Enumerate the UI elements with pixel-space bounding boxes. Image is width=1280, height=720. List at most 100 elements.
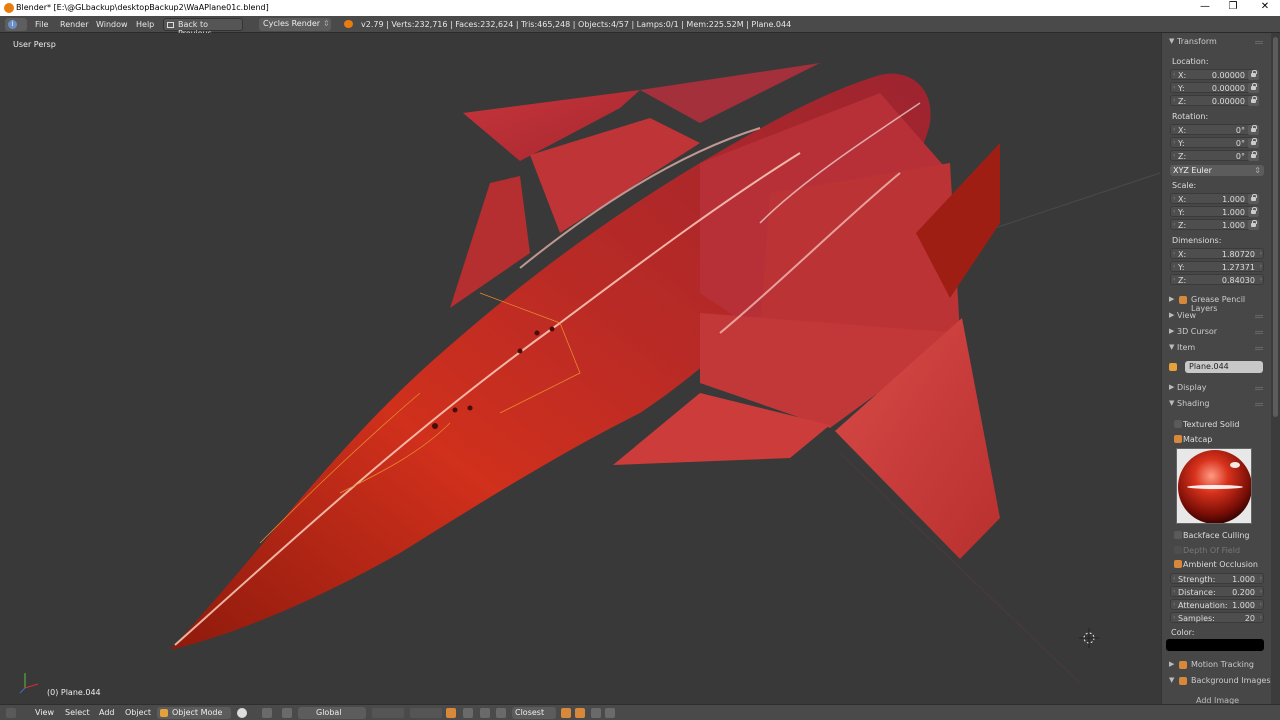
location-y-field[interactable]: ‹Y:0.00000›: [1170, 82, 1254, 93]
textured-solid-label: Textured Solid: [1183, 420, 1240, 429]
panel-motion-tracking[interactable]: ▶ Motion Tracking: [1162, 658, 1271, 672]
menu-file[interactable]: File: [35, 20, 48, 29]
magnet-icon[interactable]: [496, 708, 506, 718]
menu-render[interactable]: Render: [60, 20, 88, 29]
3d-viewport[interactable]: User Persp (0) Plane.044: [0, 33, 1161, 704]
lock-icon[interactable]: [1248, 96, 1259, 106]
ao-attenuation-field[interactable]: ‹ Attenuation: 1.000 ›: [1170, 599, 1264, 610]
scrollbar-thumb[interactable]: [1273, 37, 1278, 417]
minimize-button[interactable]: —: [1190, 1, 1220, 15]
lock-icon[interactable]: [1248, 207, 1259, 217]
render-icon[interactable]: [561, 708, 571, 718]
scale-z-field[interactable]: ‹Z:1.000›: [1170, 219, 1254, 230]
3d-cursor-icon[interactable]: [1079, 628, 1099, 648]
lock-icon[interactable]: [1248, 151, 1259, 161]
scale-x-field[interactable]: ‹X:1.000›: [1170, 193, 1254, 204]
panel-transform[interactable]: ▼ Transform: [1162, 35, 1271, 49]
location-x-field[interactable]: ‹X:0.00000›: [1170, 69, 1254, 80]
maximize-button[interactable]: ❐: [1218, 1, 1248, 15]
shelf-scrollbar[interactable]: [1271, 33, 1280, 704]
matcap-preview[interactable]: [1176, 448, 1252, 524]
object-name-field[interactable]: Plane.044: [1185, 361, 1263, 373]
panel-item[interactable]: ▼ Item: [1162, 341, 1271, 355]
dimensions-z-field[interactable]: ‹ Z: 0.84030 ›: [1170, 274, 1264, 285]
window-titlebar: Blender* [E:\@GLbackup\desktopBackup2\Wa…: [0, 0, 1280, 16]
menu-view[interactable]: View: [35, 708, 54, 717]
editor-type-button[interactable]: i: [5, 18, 27, 31]
panel-background-images[interactable]: ▼ Background Images: [1162, 674, 1271, 688]
gl-render-icon[interactable]: [605, 708, 615, 718]
drag-handle-icon[interactable]: [1255, 41, 1263, 44]
dropdown-arrow-icon: ⇕: [323, 19, 330, 28]
add-image-button[interactable]: Add Image: [1196, 696, 1239, 704]
menu-add[interactable]: Add: [99, 708, 115, 717]
matcap-checkbox[interactable]: [1174, 435, 1182, 443]
backface-culling-checkbox[interactable]: [1174, 531, 1182, 539]
lock-icon[interactable]: [1248, 194, 1259, 204]
panel-display[interactable]: ▶ Display: [1162, 381, 1271, 395]
rotation-y-field[interactable]: ‹Y:0°›: [1170, 137, 1254, 148]
expanded-arrow-icon: ▼: [1169, 343, 1175, 351]
menu-window[interactable]: Window: [96, 20, 128, 29]
editor-type-icon[interactable]: [6, 708, 16, 718]
render-animation-icon[interactable]: [575, 708, 585, 718]
layers-icon[interactable]: [410, 708, 442, 718]
grease-pencil-checkbox[interactable]: [1179, 296, 1187, 304]
ao-distance-field[interactable]: ‹ Distance: 0.200 ›: [1170, 586, 1264, 597]
drag-handle-icon[interactable]: [1255, 331, 1263, 334]
mode-dropdown[interactable]: Object Mode: [157, 707, 231, 719]
camera-icon[interactable]: [591, 708, 601, 718]
render-engine-dropdown[interactable]: Cycles Render ⇕: [259, 18, 331, 31]
lock-icon[interactable]: [1248, 220, 1259, 230]
lock-icon[interactable]: [1248, 83, 1259, 93]
scale-y-field[interactable]: ‹Y:1.000›: [1170, 206, 1254, 217]
ambient-occlusion-checkbox[interactable]: [1174, 560, 1182, 568]
dimensions-y-field[interactable]: ‹ Y: 1.27371 ›: [1170, 261, 1264, 272]
rotation-mode-dropdown[interactable]: XYZ Euler ⇕: [1170, 165, 1264, 176]
ao-color-swatch[interactable]: [1166, 639, 1264, 651]
pivot-icon[interactable]: [262, 708, 272, 718]
info-header: i File Render Window Help Back to Previo…: [0, 16, 1280, 38]
lock-icon[interactable]: [1248, 125, 1259, 135]
panel-shading[interactable]: ▼ Shading: [1162, 397, 1271, 411]
menu-object[interactable]: Object: [125, 708, 151, 717]
panel-view[interactable]: ▶ View: [1162, 309, 1271, 323]
collapsed-arrow-icon: ▶: [1169, 295, 1175, 303]
motion-tracking-checkbox[interactable]: [1179, 661, 1187, 669]
panel-transform-title: Transform: [1177, 37, 1217, 46]
snap-mode-label: Closest: [515, 708, 545, 717]
ao-strength-field[interactable]: ‹ Strength: 1.000 ›: [1170, 573, 1264, 584]
ao-samples-field[interactable]: ‹ Samples: 20 ›: [1170, 612, 1264, 623]
lock-icon[interactable]: [1248, 70, 1259, 80]
panel-grease-pencil[interactable]: ▶ Grease Pencil Layers: [1162, 293, 1271, 313]
snap-icon[interactable]: [463, 708, 473, 718]
background-images-checkbox[interactable]: [1179, 677, 1187, 685]
drag-handle-icon[interactable]: [1255, 403, 1263, 406]
location-z-field[interactable]: ‹Z:0.00000›: [1170, 95, 1254, 106]
lock-icon[interactable]: [1248, 138, 1259, 148]
transform-orientation-dropdown[interactable]: Global: [298, 707, 366, 719]
menu-help[interactable]: Help: [136, 20, 154, 29]
drag-handle-icon[interactable]: [1255, 387, 1263, 390]
back-to-previous-button[interactable]: Back to Previous: [163, 18, 243, 38]
snap-mode-dropdown[interactable]: Closest: [512, 707, 556, 719]
rotation-z-field[interactable]: ‹Z:0°›: [1170, 150, 1254, 161]
shading-mode-icon[interactable]: [237, 708, 247, 718]
rotation-x-field[interactable]: ‹X:0°›: [1170, 124, 1254, 135]
panel-motion-tracking-title: Motion Tracking: [1191, 660, 1254, 669]
dimensions-x-field[interactable]: ‹ X: 1.80720 ›: [1170, 248, 1264, 259]
panel-item-title: Item: [1177, 343, 1196, 352]
close-button[interactable]: ✕: [1250, 1, 1280, 15]
manipulator-icon[interactable]: [282, 708, 292, 718]
panel-3d-cursor[interactable]: ▶ 3D Cursor: [1162, 325, 1271, 339]
menu-select[interactable]: Select: [65, 708, 90, 717]
proportional-edit-icon[interactable]: [446, 708, 456, 718]
snap-target-icon[interactable]: [480, 708, 490, 718]
matcap-sphere-icon: [1178, 450, 1251, 523]
drag-handle-icon[interactable]: [1255, 315, 1263, 318]
textured-solid-checkbox[interactable]: [1174, 420, 1182, 428]
drag-handle-icon[interactable]: [1255, 347, 1263, 350]
layers-icon[interactable]: [372, 708, 404, 718]
matcap-label: Matcap: [1183, 435, 1213, 444]
expanded-arrow-icon: ▼: [1169, 676, 1175, 684]
